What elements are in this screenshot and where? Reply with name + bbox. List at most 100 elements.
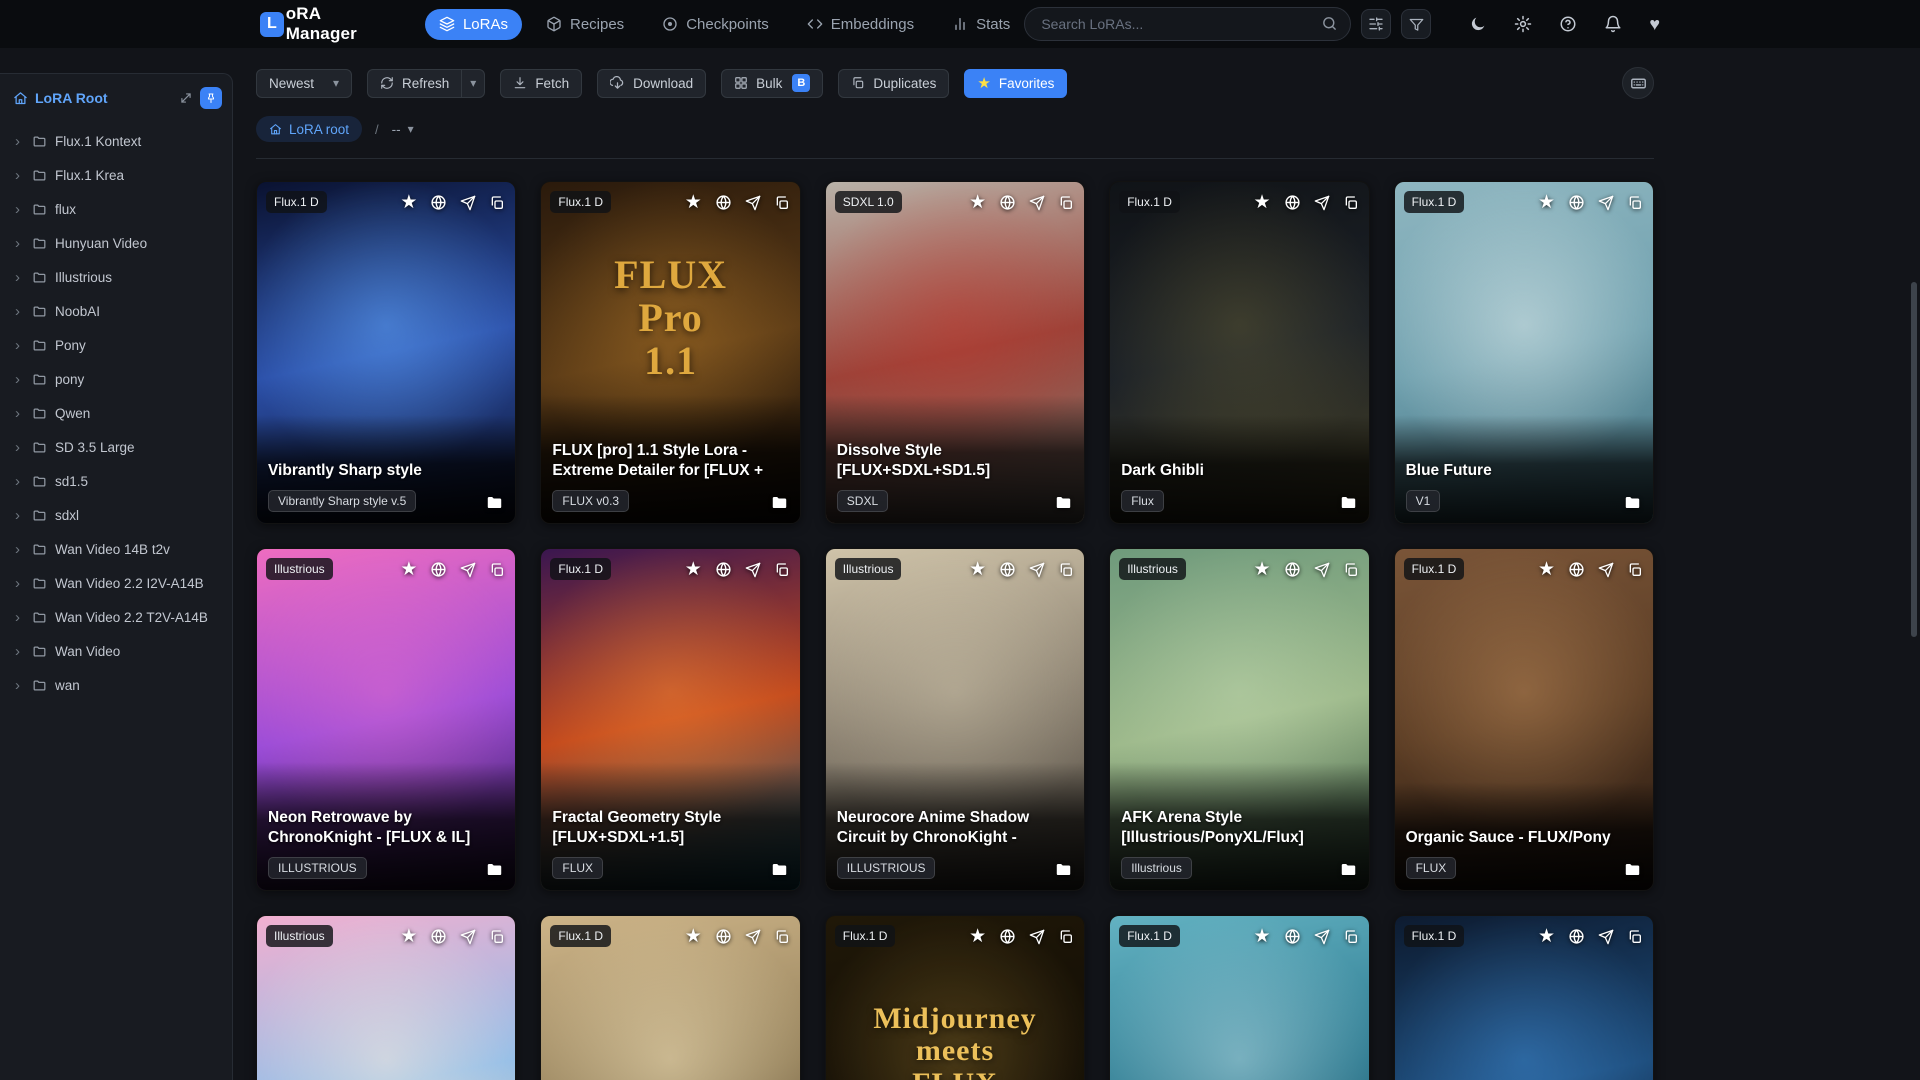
folder-tree-item[interactable]: › Flux.1 Kontext	[0, 124, 232, 158]
scrollbar[interactable]	[1911, 282, 1917, 637]
globe-icon[interactable]	[1284, 194, 1301, 211]
lora-card[interactable]: Flux.1 D ★ Organic Sauce - FLUX/Pony FLU…	[1393, 548, 1654, 891]
lora-card[interactable]: Flux.1 D ★ Vibrantly Sharp style Vibrant…	[256, 181, 517, 524]
chevron-right-icon[interactable]: ›	[15, 474, 24, 489]
folder-tree-item[interactable]: › sd1.5	[0, 464, 232, 498]
lora-card[interactable]: Illustrious ★	[256, 915, 517, 1080]
download-button[interactable]: Download	[597, 68, 707, 98]
nav-tab-stats[interactable]: Stats	[938, 9, 1024, 40]
moon-icon[interactable]	[1469, 15, 1487, 33]
expand-icon[interactable]	[179, 91, 193, 105]
lora-card[interactable]: Illustrious ★ AFK Arena Style [Illustrio…	[1109, 548, 1370, 891]
folder-tree-item[interactable]: › NoobAI	[0, 294, 232, 328]
copy-icon[interactable]	[1627, 929, 1643, 945]
favorite-star-icon[interactable]: ★	[400, 560, 417, 579]
copy-icon[interactable]	[1058, 562, 1074, 578]
lora-card[interactable]: Midjourney meets FLUX Flux.1 D ★	[824, 915, 1086, 1080]
globe-icon[interactable]	[430, 561, 447, 578]
folder-tree-item[interactable]: › Wan Video 2.2 I2V-A14B	[0, 566, 232, 600]
breadcrumb-current-dropdown[interactable]: -- ▾	[392, 122, 414, 137]
folder-tree-item[interactable]: › Wan Video 14B t2v	[0, 532, 232, 566]
search-input[interactable]	[1024, 7, 1352, 41]
chevron-right-icon[interactable]: ›	[15, 168, 24, 183]
chevron-right-icon[interactable]: ›	[15, 338, 24, 353]
folder-tree-item[interactable]: › pony	[0, 362, 232, 396]
globe-icon[interactable]	[1284, 561, 1301, 578]
favorite-star-icon[interactable]: ★	[1538, 193, 1555, 212]
copy-icon[interactable]	[774, 929, 790, 945]
send-icon[interactable]	[1314, 929, 1330, 945]
chevron-right-icon[interactable]: ›	[15, 236, 24, 251]
copy-icon[interactable]	[489, 929, 505, 945]
chevron-right-icon[interactable]: ›	[15, 202, 24, 217]
send-icon[interactable]	[460, 929, 476, 945]
folder-icon[interactable]	[1339, 493, 1358, 512]
refresh-menu-button[interactable]: ▾	[461, 68, 486, 98]
send-icon[interactable]	[745, 929, 761, 945]
send-icon[interactable]	[1029, 929, 1045, 945]
lora-card[interactable]: Flux.1 D ★	[1109, 915, 1370, 1080]
nav-tab-checkpoints[interactable]: Checkpoints	[648, 9, 783, 40]
folder-tree-item[interactable]: › Illustrious	[0, 260, 232, 294]
chevron-right-icon[interactable]: ›	[15, 610, 24, 625]
copy-icon[interactable]	[489, 195, 505, 211]
copy-icon[interactable]	[1343, 562, 1359, 578]
keyboard-shortcuts-button[interactable]	[1622, 67, 1654, 99]
folder-icon[interactable]	[1623, 493, 1642, 512]
nav-tab-loras[interactable]: LoRAs	[424, 8, 522, 40]
favorite-star-icon[interactable]: ★	[1538, 560, 1555, 579]
send-icon[interactable]	[1314, 562, 1330, 578]
favorite-star-icon[interactable]: ★	[400, 927, 417, 946]
chevron-right-icon[interactable]: ›	[15, 576, 24, 591]
copy-icon[interactable]	[1627, 562, 1643, 578]
copy-icon[interactable]	[489, 562, 505, 578]
favorite-star-icon[interactable]: ★	[685, 560, 702, 579]
send-icon[interactable]	[745, 195, 761, 211]
lora-card[interactable]: Illustrious ★ Neurocore Anime Shadow Cir…	[824, 548, 1086, 891]
copy-icon[interactable]	[1058, 195, 1074, 211]
fetch-button[interactable]: Fetch	[500, 68, 583, 98]
folder-icon[interactable]	[485, 860, 504, 879]
globe-icon[interactable]	[1284, 928, 1301, 945]
chevron-right-icon[interactable]: ›	[15, 508, 24, 523]
lora-card[interactable]: Flux.1 D ★	[540, 915, 801, 1080]
favorite-star-icon[interactable]: ★	[969, 927, 986, 946]
chevron-right-icon[interactable]: ›	[15, 304, 24, 319]
lora-card[interactable]: SDXL 1.0 ★ Dissolve Style [FLUX+SDXL+SD1…	[824, 181, 1086, 524]
chevron-right-icon[interactable]: ›	[15, 270, 24, 285]
chevron-right-icon[interactable]: ›	[15, 678, 24, 693]
lora-card[interactable]: Flux.1 D ★	[1393, 915, 1654, 1080]
favorite-star-icon[interactable]: ★	[1254, 560, 1271, 579]
sidebar-root-label[interactable]: LoRA Root	[35, 90, 108, 106]
globe-icon[interactable]	[715, 194, 732, 211]
folder-icon[interactable]	[1623, 860, 1642, 879]
breadcrumb-root[interactable]: LoRA root	[256, 116, 363, 142]
send-icon[interactable]	[1029, 562, 1045, 578]
globe-icon[interactable]	[715, 561, 732, 578]
refresh-button[interactable]: Refresh	[367, 68, 462, 98]
favorites-button[interactable]: ★ Favorites	[964, 68, 1068, 98]
folder-tree-item[interactable]: › Pony	[0, 328, 232, 362]
globe-icon[interactable]	[999, 194, 1016, 211]
lora-card[interactable]: Flux.1 D ★ Fractal Geometry Style [FLUX+…	[540, 548, 801, 891]
globe-icon[interactable]	[1568, 928, 1585, 945]
folder-icon[interactable]	[1339, 860, 1358, 879]
lora-card[interactable]: FLUX Pro 1.1 Flux.1 D ★ FLUX [pro] 1.1 S…	[540, 181, 801, 524]
favorite-star-icon[interactable]: ★	[685, 927, 702, 946]
favorite-star-icon[interactable]: ★	[969, 193, 986, 212]
heart-icon[interactable]: ♥	[1649, 15, 1660, 33]
chevron-right-icon[interactable]: ›	[15, 440, 24, 455]
folder-tree-item[interactable]: › SD 3.5 Large	[0, 430, 232, 464]
globe-icon[interactable]	[1568, 194, 1585, 211]
favorite-star-icon[interactable]: ★	[400, 193, 417, 212]
globe-icon[interactable]	[999, 561, 1016, 578]
send-icon[interactable]	[460, 195, 476, 211]
folder-icon[interactable]	[770, 493, 789, 512]
gear-icon[interactable]	[1514, 15, 1532, 33]
sort-select[interactable]: Newest ▾	[256, 68, 352, 98]
send-icon[interactable]	[1314, 195, 1330, 211]
send-icon[interactable]	[1598, 562, 1614, 578]
folder-tree-item[interactable]: › wan	[0, 668, 232, 702]
chevron-right-icon[interactable]: ›	[15, 406, 24, 421]
copy-icon[interactable]	[774, 195, 790, 211]
